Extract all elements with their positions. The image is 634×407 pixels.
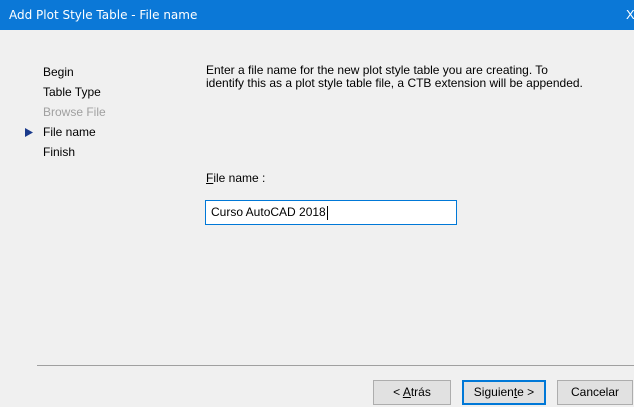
triangle-right-icon [25,122,35,142]
close-icon[interactable]: X [626,8,634,22]
step-label: Table Type [43,85,101,99]
step-label: Begin [43,65,74,79]
next-button[interactable]: Siguiente > [462,380,546,405]
back-button-suffix: trás [410,385,431,399]
wizard-steps: Begin Table Type Browse File File name F… [0,62,160,162]
step-finish: Finish [0,142,160,162]
back-button[interactable]: < Atrás [373,380,451,405]
step-label: File name [43,125,96,139]
title-bar: Add Plot Style Table - File name X [0,0,634,30]
next-button-prefix: Siguien [473,385,514,399]
file-name-input[interactable]: Curso AutoCAD 2018 [205,200,457,225]
back-button-mnemonic: A [402,385,411,399]
file-name-label: File name : [206,171,265,185]
step-begin: Begin [0,62,160,82]
step-file-name: File name [0,122,160,142]
file-name-value: Curso AutoCAD 2018 [211,205,326,219]
next-button-suffix: e > [517,385,535,399]
cancel-button[interactable]: Cancelar [557,380,633,405]
instructions-text: Enter a file name for the new plot style… [206,63,583,90]
step-browse-file: Browse File [0,102,160,122]
footer-separator [37,365,634,366]
text-caret [326,205,328,220]
step-label: Browse File [43,105,106,119]
back-button-prefix: < [393,385,403,399]
step-label: Finish [43,145,76,159]
window-title: Add Plot Style Table - File name [9,8,198,22]
step-table-type: Table Type [0,82,160,102]
file-name-label-text: ile name : [213,171,266,185]
